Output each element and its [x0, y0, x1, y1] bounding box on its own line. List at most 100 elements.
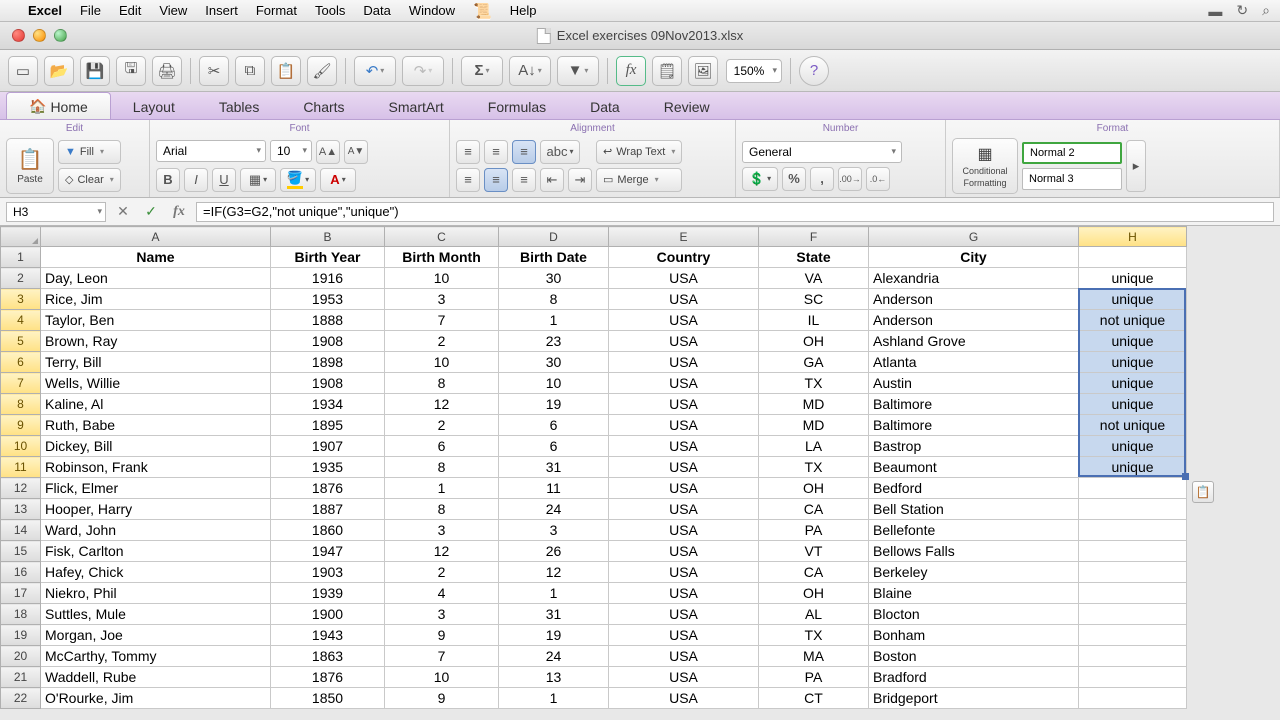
cell-D8[interactable]: 19: [499, 394, 609, 415]
cell-E6[interactable]: USA: [609, 352, 759, 373]
cell-F13[interactable]: CA: [759, 499, 869, 520]
menu-file[interactable]: File: [80, 3, 101, 18]
cell-E21[interactable]: USA: [609, 667, 759, 688]
cell-E5[interactable]: USA: [609, 331, 759, 352]
cell-H6[interactable]: unique: [1079, 352, 1187, 373]
cell-H18[interactable]: [1079, 604, 1187, 625]
row-header-8[interactable]: 8: [1, 394, 41, 415]
cell-C13[interactable]: 8: [385, 499, 499, 520]
cell-G18[interactable]: Blocton: [869, 604, 1079, 625]
cell-F6[interactable]: GA: [759, 352, 869, 373]
cell-D9[interactable]: 6: [499, 415, 609, 436]
cell-E9[interactable]: USA: [609, 415, 759, 436]
cell-G20[interactable]: Boston: [869, 646, 1079, 667]
align-top-button[interactable]: ≡: [456, 140, 480, 164]
tab-layout[interactable]: Layout: [111, 94, 197, 119]
cell-B22[interactable]: 1850: [271, 688, 385, 709]
row-header-1[interactable]: 1: [1, 247, 41, 268]
cell-C17[interactable]: 4: [385, 583, 499, 604]
col-header-G[interactable]: G: [869, 227, 1079, 247]
cell-F10[interactable]: LA: [759, 436, 869, 457]
spreadsheet-grid[interactable]: ABCDEFGH1NameBirth YearBirth MonthBirth …: [0, 226, 1280, 709]
cell-E18[interactable]: USA: [609, 604, 759, 625]
cell-H17[interactable]: [1079, 583, 1187, 604]
cell-A16[interactable]: Hafey, Chick: [41, 562, 271, 583]
menu-edit[interactable]: Edit: [119, 3, 141, 18]
cell-C9[interactable]: 2: [385, 415, 499, 436]
decrease-indent-button[interactable]: ⇤: [540, 168, 564, 192]
cell-D6[interactable]: 30: [499, 352, 609, 373]
cell-F3[interactable]: SC: [759, 289, 869, 310]
cell-C1[interactable]: Birth Month: [385, 247, 499, 268]
cell-F18[interactable]: AL: [759, 604, 869, 625]
cut-button[interactable]: ✂: [199, 56, 229, 86]
cell-H7[interactable]: unique: [1079, 373, 1187, 394]
font-size-select[interactable]: 10: [270, 140, 312, 162]
tab-review[interactable]: Review: [642, 94, 732, 119]
tab-smartart[interactable]: SmartArt: [367, 94, 466, 119]
cell-B1[interactable]: Birth Year: [271, 247, 385, 268]
cell-D13[interactable]: 24: [499, 499, 609, 520]
row-header-20[interactable]: 20: [1, 646, 41, 667]
cell-D12[interactable]: 11: [499, 478, 609, 499]
cell-G7[interactable]: Austin: [869, 373, 1079, 394]
cell-H9[interactable]: not unique: [1079, 415, 1187, 436]
number-format-select[interactable]: General: [742, 141, 902, 163]
row-header-18[interactable]: 18: [1, 604, 41, 625]
cell-H21[interactable]: [1079, 667, 1187, 688]
cell-G15[interactable]: Bellows Falls: [869, 541, 1079, 562]
align-center-button[interactable]: ≡: [484, 168, 508, 192]
cell-F19[interactable]: TX: [759, 625, 869, 646]
cell-B17[interactable]: 1939: [271, 583, 385, 604]
autofill-options-icon[interactable]: 📋: [1192, 481, 1214, 503]
cell-H12[interactable]: [1079, 478, 1187, 499]
cell-A21[interactable]: Waddell, Rube: [41, 667, 271, 688]
cell-D20[interactable]: 24: [499, 646, 609, 667]
col-header-C[interactable]: C: [385, 227, 499, 247]
col-header-H[interactable]: H: [1079, 227, 1187, 247]
cell-A20[interactable]: McCarthy, Tommy: [41, 646, 271, 667]
cell-E11[interactable]: USA: [609, 457, 759, 478]
cell-D22[interactable]: 1: [499, 688, 609, 709]
paste-big-button[interactable]: 📋Paste: [6, 138, 54, 194]
cell-B21[interactable]: 1876: [271, 667, 385, 688]
cell-G1[interactable]: City: [869, 247, 1079, 268]
cell-G6[interactable]: Atlanta: [869, 352, 1079, 373]
cell-E20[interactable]: USA: [609, 646, 759, 667]
cell-F9[interactable]: MD: [759, 415, 869, 436]
row-header-5[interactable]: 5: [1, 331, 41, 352]
cell-B4[interactable]: 1888: [271, 310, 385, 331]
italic-button[interactable]: I: [184, 168, 208, 192]
script-menu-icon[interactable]: 📜: [473, 2, 492, 20]
cell-F20[interactable]: MA: [759, 646, 869, 667]
cell-E22[interactable]: USA: [609, 688, 759, 709]
zoom-select[interactable]: 150%: [726, 59, 782, 83]
cell-H14[interactable]: [1079, 520, 1187, 541]
toolbox-button[interactable]: 🗒: [652, 56, 682, 86]
cell-F11[interactable]: TX: [759, 457, 869, 478]
styles-more-button[interactable]: ▸: [1126, 140, 1146, 192]
cell-F16[interactable]: CA: [759, 562, 869, 583]
time-machine-icon[interactable]: ↻: [1236, 2, 1248, 19]
cell-D14[interactable]: 3: [499, 520, 609, 541]
align-left-button[interactable]: ≡: [456, 168, 480, 192]
grow-font-button[interactable]: A▲: [316, 140, 340, 164]
cell-G2[interactable]: Alexandria: [869, 268, 1079, 289]
font-color-button[interactable]: A▾: [320, 168, 356, 192]
cell-D5[interactable]: 23: [499, 331, 609, 352]
format-painter-button[interactable]: 🖌: [307, 56, 337, 86]
menu-help[interactable]: Help: [510, 3, 537, 18]
cell-G16[interactable]: Berkeley: [869, 562, 1079, 583]
cell-D10[interactable]: 6: [499, 436, 609, 457]
tab-tables[interactable]: Tables: [197, 94, 281, 119]
print-button[interactable]: 🖨: [152, 56, 182, 86]
cell-F22[interactable]: CT: [759, 688, 869, 709]
cell-G13[interactable]: Bell Station: [869, 499, 1079, 520]
cell-G10[interactable]: Bastrop: [869, 436, 1079, 457]
cell-D11[interactable]: 31: [499, 457, 609, 478]
cell-B13[interactable]: 1887: [271, 499, 385, 520]
decrease-decimal-button[interactable]: .0←: [866, 167, 890, 191]
cell-E19[interactable]: USA: [609, 625, 759, 646]
spotlight-icon[interactable]: ⌕: [1262, 2, 1270, 19]
cell-C15[interactable]: 12: [385, 541, 499, 562]
